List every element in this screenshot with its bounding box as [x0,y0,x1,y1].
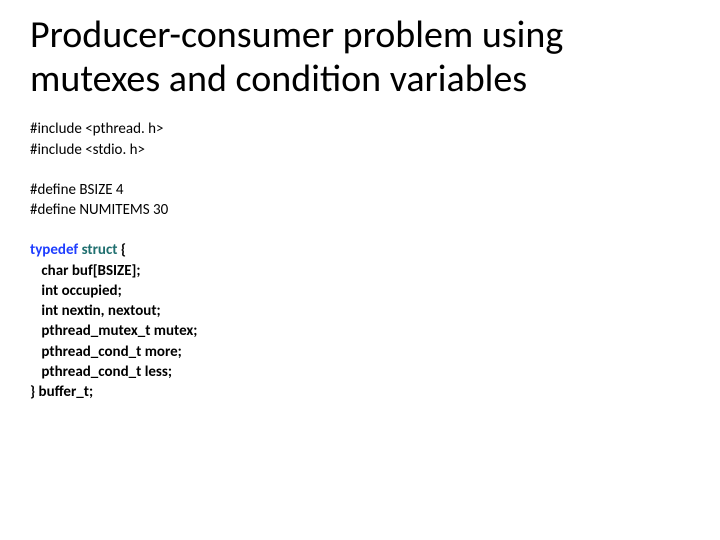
code-line: } buffer_t; [30,382,690,402]
code-line: #include <stdio. h> [30,140,690,160]
code-line: typedef struct { [30,240,690,260]
code-line: int occupied; [30,281,690,301]
code-line: pthread_cond_t more; [30,342,690,362]
keyword-struct: struct [82,241,118,259]
code-line: int nextin, nextout; [30,301,690,321]
code-line: #define NUMITEMS 30 [30,200,690,220]
code-line: pthread_mutex_t mutex; [30,321,690,341]
brace-open: { [117,241,126,259]
code-line: #include <pthread. h> [30,119,690,139]
slide-title: Producer-consumer problem using mutexes … [30,14,690,101]
code-line: pthread_cond_t less; [30,362,690,382]
keyword-typedef: typedef [30,241,78,259]
define-block: #define BSIZE 4 #define NUMITEMS 30 [30,180,690,221]
code-line: char buf[BSIZE]; [30,261,690,281]
include-block: #include <pthread. h> #include <stdio. h… [30,119,690,160]
struct-block: typedef struct { char buf[BSIZE]; int oc… [30,240,690,402]
code-line: #define BSIZE 4 [30,180,690,200]
